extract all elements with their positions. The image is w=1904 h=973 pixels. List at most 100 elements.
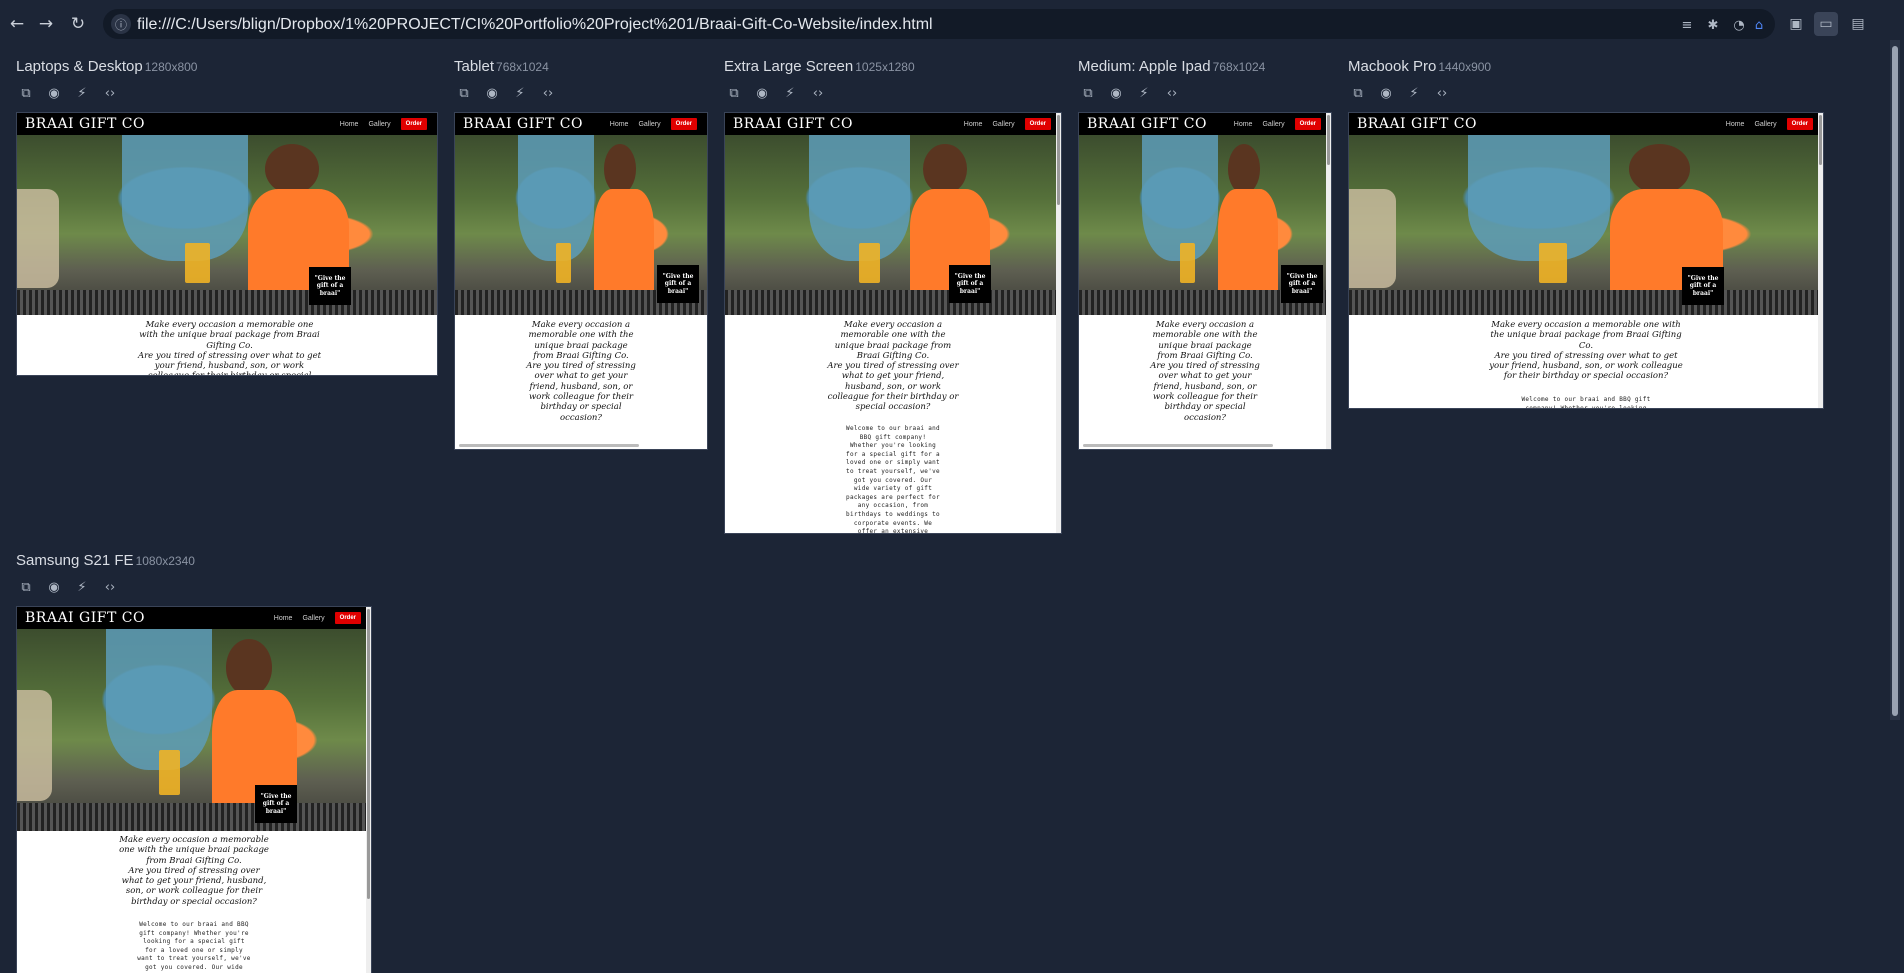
nav-gallery-link[interactable]: Gallery [302, 615, 324, 622]
site-navbar: BRAAI GIFT CO Home Gallery Order [455, 113, 707, 135]
network-throttle-icon[interactable]: ⚡ [510, 83, 530, 103]
screenshot-full-icon[interactable]: ⧉ [16, 83, 36, 103]
reload-icon[interactable]: ↻ [66, 12, 90, 36]
device-name: Macbook Pro [1348, 58, 1437, 75]
hero-quote: "Give the gift of a braai" [309, 267, 351, 305]
device-resolution: 1025x1280 [855, 60, 915, 74]
nav-gallery-link[interactable]: Gallery [1262, 121, 1284, 128]
home-icon[interactable]: ⌂ [1749, 15, 1769, 35]
camera-icon[interactable]: ◉ [482, 83, 502, 103]
nav-order-button[interactable]: Order [1294, 118, 1321, 130]
hero-image: "Give the gift of a braai" [17, 629, 371, 831]
site-preview: BRAAI GIFT CO Home Gallery Order "Give t… [16, 606, 372, 973]
site-preview: BRAAI GIFT CO Home Gallery Order "Give t… [724, 112, 1062, 534]
nav-home-link[interactable]: Home [610, 121, 629, 128]
nav-order-button[interactable]: Order [1786, 118, 1813, 130]
device-name: Laptops & Desktop [16, 58, 143, 75]
screenshot-full-icon[interactable]: ⧉ [1078, 83, 1098, 103]
site-navbar: BRAAI GIFT CO Home Gallery Order [17, 113, 437, 135]
horizontal-scrollbar[interactable] [1083, 444, 1273, 447]
site-navbar: BRAAI GIFT CO Home Gallery Order [1349, 113, 1823, 135]
screenshot-full-icon[interactable]: ⧉ [724, 83, 744, 103]
network-throttle-icon[interactable]: ⚡ [72, 83, 92, 103]
lead-text: Make every occasion a memorable one with… [119, 835, 269, 907]
nav-order-button[interactable]: Order [400, 118, 427, 130]
lead-text: Make every occasion a memorable one with… [137, 320, 322, 375]
screenshot-full-icon[interactable]: ⧉ [1348, 83, 1368, 103]
url-text[interactable]: file:///C:/Users/blign/Dropbox/1%20PROJE… [137, 16, 933, 34]
nav-order-button[interactable]: Order [334, 612, 361, 624]
camera-icon[interactable]: ◉ [44, 83, 64, 103]
nav-home-link[interactable]: Home [1726, 121, 1745, 128]
nav-home-link[interactable]: Home [274, 615, 293, 622]
nav-home-link[interactable]: Home [1234, 121, 1253, 128]
devtools-icon[interactable]: ‹› [538, 83, 558, 103]
device-resolution: 1280x800 [144, 60, 198, 74]
hero-image: "Give the gift of a braai" [1079, 135, 1331, 315]
devtools-icon[interactable]: ‹› [1432, 83, 1452, 103]
page-icon[interactable]: ▤ [1846, 12, 1870, 36]
device-name: Tablet [454, 58, 495, 75]
devtools-icon[interactable]: ‹› [100, 83, 120, 103]
device-name: Extra Large Screen [724, 58, 854, 75]
site-info-icon[interactable]: ⓘ [111, 14, 131, 34]
screenshot-full-icon[interactable]: ⧉ [16, 577, 36, 597]
camera-icon[interactable]: ◉ [1106, 83, 1126, 103]
address-bar[interactable]: ⓘ file:///C:/Users/blign/Dropbox/1%20PRO… [103, 9, 1775, 39]
nav-gallery-link[interactable]: Gallery [638, 121, 660, 128]
vertical-scrollbar[interactable] [1326, 113, 1331, 449]
nav-order-button[interactable]: Order [1024, 118, 1051, 130]
wifi-icon[interactable]: ◔ [1729, 15, 1749, 35]
vertical-scrollbar[interactable] [1056, 113, 1061, 533]
screenshot-full-icon[interactable]: ⧉ [454, 83, 474, 103]
database-icon[interactable]: ≡ [1677, 15, 1697, 35]
responsive-mode-icon[interactable]: ▭ [1814, 12, 1838, 36]
hero-quote: "Give the gift of a braai" [1281, 265, 1323, 303]
nav-gallery-link[interactable]: Gallery [1754, 121, 1776, 128]
devtools-icon[interactable]: ‹› [100, 577, 120, 597]
site-preview: BRAAI GIFT CO Home Gallery Order "Give t… [1348, 112, 1824, 409]
devtools-icon[interactable]: ‹› [808, 83, 828, 103]
site-brand[interactable]: BRAAI GIFT CO [463, 116, 583, 132]
hero-quote: "Give the gift of a braai" [657, 265, 699, 303]
network-throttle-icon[interactable]: ⚡ [72, 577, 92, 597]
device-name: Samsung S21 FE [16, 552, 134, 569]
device-resolution: 768x1024 [1212, 60, 1266, 74]
horizontal-scrollbar[interactable] [459, 444, 639, 447]
page-scrollbar-thumb[interactable] [1892, 46, 1898, 716]
devtools-icon[interactable]: ‹› [1162, 83, 1182, 103]
site-preview: BRAAI GIFT CO Home Gallery Order "Give t… [1078, 112, 1332, 450]
nav-gallery-link[interactable]: Gallery [368, 121, 390, 128]
welcome-text: Welcome to our braai and BBQ gift compan… [137, 921, 251, 973]
network-throttle-icon[interactable]: ⚡ [1404, 83, 1424, 103]
site-brand[interactable]: BRAAI GIFT CO [25, 610, 145, 626]
network-throttle-icon[interactable]: ⚡ [780, 83, 800, 103]
vertical-scrollbar[interactable] [1818, 113, 1823, 408]
device-resolution: 1440x900 [1438, 60, 1492, 74]
site-brand[interactable]: BRAAI GIFT CO [1087, 116, 1207, 132]
site-brand[interactable]: BRAAI GIFT CO [1357, 116, 1477, 132]
lead-text: Make every occasion a memorable one with… [526, 320, 636, 423]
site-brand[interactable]: BRAAI GIFT CO [733, 116, 853, 132]
hero-image: "Give the gift of a braai" [455, 135, 707, 315]
nav-gallery-link[interactable]: Gallery [992, 121, 1014, 128]
vertical-scrollbar[interactable] [366, 607, 371, 973]
forward-arrow-icon[interactable]: → [34, 12, 58, 36]
camera-icon[interactable]: ◉ [752, 83, 772, 103]
hero-image: "Give the gift of a braai" [725, 135, 1061, 315]
nav-order-button[interactable]: Order [670, 118, 697, 130]
split-view-icon[interactable]: ▣ [1784, 12, 1808, 36]
nav-home-link[interactable]: Home [964, 121, 983, 128]
extension-icon[interactable]: ✱ [1703, 15, 1723, 35]
back-arrow-icon[interactable]: ← [5, 12, 29, 36]
camera-icon[interactable]: ◉ [1376, 83, 1396, 103]
lead-text: Make every occasion a memorable one with… [1150, 320, 1260, 423]
site-navbar: BRAAI GIFT CO Home Gallery Order [1079, 113, 1331, 135]
network-throttle-icon[interactable]: ⚡ [1134, 83, 1154, 103]
device-header: Laptops & Desktop 1280x800 [16, 58, 197, 76]
camera-icon[interactable]: ◉ [44, 577, 64, 597]
nav-home-link[interactable]: Home [340, 121, 359, 128]
hero-quote: "Give the gift of a braai" [1682, 267, 1724, 305]
site-brand[interactable]: BRAAI GIFT CO [25, 116, 145, 132]
lead-text: Make every occasion a memorable one with… [827, 320, 959, 413]
